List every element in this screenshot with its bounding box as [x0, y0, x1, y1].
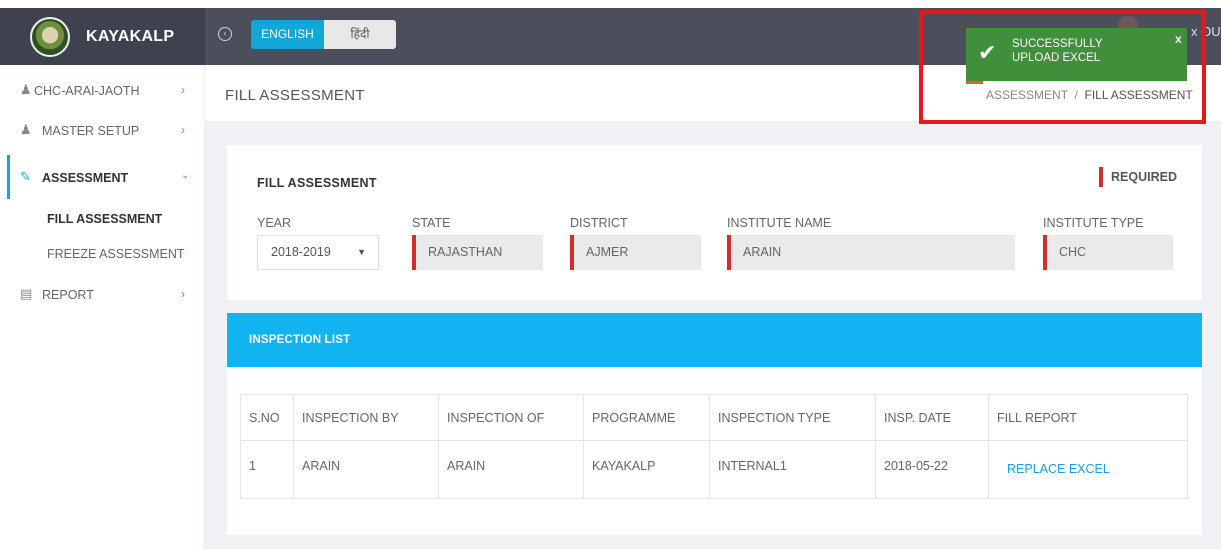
edit-icon: ✎	[20, 169, 31, 184]
chevron-right-icon: ›	[181, 83, 185, 97]
breadcrumb: ASSESSMENT / FILL ASSESSMENT	[986, 88, 1193, 102]
chevron-right-icon: ›	[181, 123, 185, 137]
table-header-row: S.NO INSPECTION BY INSPECTION OF PROGRAM…	[240, 394, 1188, 441]
dropdown-arrow-icon: ▼	[357, 247, 366, 257]
user-icon: ♟	[20, 82, 32, 97]
language-hindi-button[interactable]: हिंदी	[324, 20, 396, 49]
institute-type-field: CHC	[1043, 235, 1173, 270]
table-row: 1 ARAIN ARAIN KAYAKALP INTERNAL1 2018-05…	[240, 440, 1188, 499]
brand[interactable]: KAYAKALP	[0, 8, 205, 65]
fill-assessment-card: FILL ASSESSMENT REQUIRED YEAR 2018-2019 …	[227, 145, 1202, 300]
sidebar-subitem-freeze-assessment[interactable]: FREEZE ASSESSMENT	[47, 247, 185, 261]
column-header: FILL REPORT	[988, 394, 1188, 441]
sidebar-item-label: REPORT	[42, 288, 94, 302]
column-header: INSP. DATE	[875, 394, 989, 441]
card-title: FILL ASSESSMENT	[257, 176, 377, 190]
cell-insp-date: 2018-05-22	[875, 440, 989, 499]
toast-close-button[interactable]: x	[1175, 32, 1182, 46]
cell-fill-report: REPLACE EXCEL	[988, 440, 1188, 499]
district-label: DISTRICT	[570, 216, 628, 230]
year-value: 2018-2019	[271, 245, 331, 259]
sidebar-item-assessment[interactable]: ✎ ASSESSMENT ⌄	[0, 158, 205, 198]
cell-inspection-by: ARAIN	[293, 440, 439, 499]
column-header: PROGRAMME	[583, 394, 710, 441]
toast-progress-bar	[966, 81, 983, 84]
chevron-right-icon: ›	[181, 287, 185, 301]
sidebar: ♟ CHC-ARAI-JAOTH › ♟ MASTER SETUP › ✎ AS…	[0, 65, 205, 549]
chevron-down-icon: ⌄	[181, 170, 190, 181]
sidebar-subitem-fill-assessment[interactable]: FILL ASSESSMENT	[47, 212, 162, 226]
required-legend: REQUIRED	[1099, 167, 1177, 187]
year-label: YEAR	[257, 216, 292, 230]
inspection-list-body: S.NO INSPECTION BY INSPECTION OF PROGRAM…	[227, 367, 1202, 535]
sidebar-item-label: ASSESSMENT	[42, 171, 129, 185]
cell-inspection-type: INTERNAL1	[709, 440, 876, 499]
state-label: STATE	[412, 216, 451, 230]
brand-logo	[30, 16, 70, 57]
breadcrumb-current: FILL ASSESSMENT	[1084, 88, 1193, 102]
check-icon: ✔	[978, 40, 997, 65]
sidebar-item-label: MASTER SETUP	[42, 124, 140, 138]
toast-message: SUCCESSFULLY UPLOAD EXCEL	[1012, 38, 1103, 64]
institute-name-field: ARAIN	[727, 235, 1015, 270]
calendar-icon: ▤	[20, 286, 33, 301]
column-header: INSPECTION OF	[438, 394, 584, 441]
breadcrumb-separator: /	[1074, 88, 1078, 102]
column-header: INSPECTION BY	[293, 394, 439, 441]
replace-excel-link[interactable]: REPLACE EXCEL	[1007, 462, 1110, 476]
logout-button[interactable]: x OUT	[1191, 24, 1221, 39]
success-toast: ✔ SUCCESSFULLY UPLOAD EXCEL x	[966, 28, 1187, 81]
inspection-table: S.NO INSPECTION BY INSPECTION OF PROGRAM…	[240, 394, 1188, 499]
cell-inspection-of: ARAIN	[438, 440, 584, 499]
sidebar-item-report[interactable]: ▤ REPORT ›	[0, 275, 205, 315]
inspection-list-title: INSPECTION LIST	[249, 334, 351, 346]
sidebar-item-user[interactable]: ♟ CHC-ARAI-JAOTH ›	[0, 71, 205, 111]
institute-name-label: INSTITUTE NAME	[727, 216, 832, 230]
state-field: RAJASTHAN	[412, 235, 543, 270]
sidebar-item-master-setup[interactable]: ♟ MASTER SETUP ›	[0, 111, 205, 151]
brand-name: KAYAKALP	[86, 27, 175, 45]
collapse-sidebar-icon[interactable]: ‹	[218, 27, 232, 41]
cell-sno: 1	[240, 440, 294, 499]
page-title: FILL ASSESSMENT	[225, 87, 365, 104]
user-icon: ♟	[20, 122, 32, 137]
year-select[interactable]: 2018-2019 ▼	[257, 235, 379, 270]
institute-type-label: INSTITUTE TYPE	[1043, 216, 1144, 230]
language-english-button[interactable]: ENGLISH	[251, 20, 324, 49]
district-field: AJMER	[570, 235, 701, 270]
column-header: S.NO	[240, 394, 294, 441]
inspection-list-header: INSPECTION LIST	[227, 313, 1202, 367]
sidebar-item-label: CHC-ARAI-JAOTH	[34, 84, 140, 98]
column-header: INSPECTION TYPE	[709, 394, 876, 441]
breadcrumb-parent[interactable]: ASSESSMENT	[986, 88, 1068, 102]
cell-programme: KAYAKALP	[583, 440, 710, 499]
